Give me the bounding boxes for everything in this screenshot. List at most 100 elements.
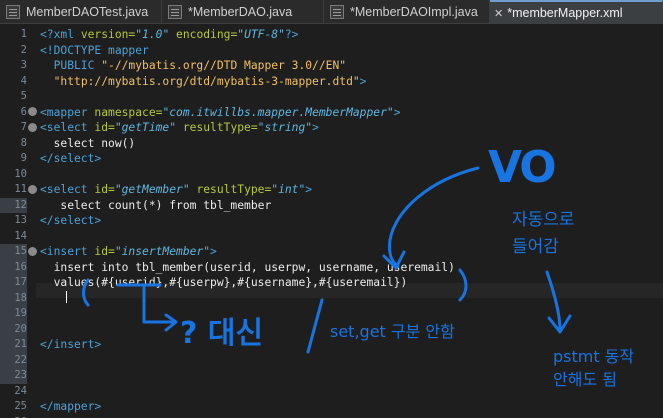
line-number: 21 xyxy=(0,337,27,353)
code-line-3: PUBLIC "-//mybatis.org//DTD Mapper 3.0//… xyxy=(40,58,346,74)
editor-tab-bar: MemberDAOTest.java *MemberDAO.java *Memb… xyxy=(0,0,663,24)
code-line-2: <!DOCTYPE mapper xyxy=(40,43,149,59)
fold-marker-icon[interactable] xyxy=(28,247,37,256)
code-line-13: </select> xyxy=(40,214,102,227)
line-number: 19 xyxy=(0,306,27,322)
line-number: 25 xyxy=(14,400,27,412)
attr-name: resultType= xyxy=(176,121,258,134)
tab-label: *MemberDAOImpl.java xyxy=(350,5,478,19)
tag-close: > xyxy=(312,121,319,134)
annotation-question-instead: ? 대신 xyxy=(180,316,264,351)
attr-value: "getTime" xyxy=(114,121,177,134)
xml-decl-open: <?xml xyxy=(40,28,81,41)
doctype-name: mapper xyxy=(108,43,149,57)
line-number: 12 xyxy=(0,197,27,213)
line-number: 3 xyxy=(20,59,27,71)
attr-name: encoding= xyxy=(169,28,238,41)
select-open: <select xyxy=(40,183,95,196)
line-number: 15 xyxy=(0,244,27,260)
line-number: 11 xyxy=(14,183,27,195)
tag-close: > xyxy=(393,105,401,119)
line-number: 2 xyxy=(20,43,27,56)
line-number: 6 xyxy=(20,105,27,118)
attr-name: namespace= xyxy=(94,105,163,119)
public-keyword: PUBLIC xyxy=(40,59,102,72)
tag-close: > xyxy=(305,183,313,196)
attr-value: "1.0" xyxy=(135,28,170,41)
annotation-pstmt-line1: pstmt 동작 xyxy=(553,347,635,366)
fold-marker-icon[interactable] xyxy=(28,123,37,132)
tab-memberdao[interactable]: *MemberDAO.java xyxy=(162,0,324,24)
tab-label: *MemberDAO.java xyxy=(188,5,293,19)
system-id: "http://mybatis.org/dtd/mybatis-3-mapper… xyxy=(53,74,360,88)
tag-close: > xyxy=(210,245,217,258)
public-id: "-//mybatis.org//DTD Mapper 3.0//EN" xyxy=(101,59,347,72)
select-open: <select xyxy=(40,121,95,134)
java-file-icon xyxy=(168,5,182,19)
doctype-keyword: <!DOCTYPE xyxy=(40,43,109,57)
annotation-vo: VO xyxy=(488,142,557,193)
annotation-setget: set,get 구분 안함 xyxy=(330,322,455,341)
code-line-16: insert into tbl_member(userid, userpw, u… xyxy=(40,260,455,274)
line-number: 5 xyxy=(20,90,27,102)
code-line-7: <select id="getTime" resultType="string"… xyxy=(40,120,319,136)
line-number: 23 xyxy=(0,368,27,384)
code-line-25: </mapper> xyxy=(40,400,102,413)
code-line-1: <?xml version="1.0" encoding="UTF-8"?> xyxy=(40,27,298,43)
insert-open: <insert xyxy=(40,245,95,258)
code-line-17: values(#{userid},#{userpw},#{username},#… xyxy=(40,276,408,289)
text-caret xyxy=(66,290,67,307)
line-number: 24 xyxy=(14,384,27,397)
java-file-icon xyxy=(6,5,20,19)
close-icon[interactable]: ✕ xyxy=(494,7,503,20)
xml-decl-close: ?> xyxy=(284,28,299,41)
java-file-icon xyxy=(330,5,344,19)
attr-name: version= xyxy=(80,28,136,41)
code-line-12: select count(*) from tbl_member xyxy=(40,198,272,212)
attr-value: "insertMember" xyxy=(114,245,211,258)
line-number: 10 xyxy=(14,167,27,180)
line-number: 26 xyxy=(0,415,27,418)
line-number: 22 xyxy=(0,352,27,368)
fold-marker-icon[interactable] xyxy=(28,107,37,116)
line-number: 7 xyxy=(20,121,27,133)
code-line-4: "http://mybatis.org/dtd/mybatis-3-mapper… xyxy=(40,74,367,90)
code-line-6: <mapper namespace="com.itwillbs.mapper.M… xyxy=(40,105,401,121)
line-number: 8 xyxy=(20,136,27,149)
line-number: 13 xyxy=(14,214,27,226)
code-line-9: </select> xyxy=(40,152,102,165)
attr-name: id= xyxy=(94,183,115,196)
attr-value: "getMember" xyxy=(114,183,190,196)
line-number: 4 xyxy=(20,74,27,87)
attr-name: resultType= xyxy=(189,183,272,196)
annotation-auto-line1: 자동으로 xyxy=(512,210,575,230)
line-number: 14 xyxy=(14,229,27,242)
attr-value: "com.itwillbs.mapper.MemberMapper" xyxy=(162,105,394,119)
line-number: 1 xyxy=(20,28,27,40)
code-line-8: select now() xyxy=(40,136,136,150)
code-line-20: </insert> xyxy=(40,338,102,351)
annotation-auto-line2: 들어감 xyxy=(512,237,559,257)
fold-marker-icon[interactable] xyxy=(28,185,37,194)
code-line-15: <insert id="insertMember"> xyxy=(40,244,217,260)
tab-membermapper[interactable]: ✕ *memberMapper.xml xyxy=(490,0,663,24)
annotation-pstmt-line2: 안해도 됨 xyxy=(553,370,617,389)
attr-value: "string" xyxy=(257,121,313,134)
doctype-close: > xyxy=(359,74,367,88)
line-number: 18 xyxy=(0,290,27,306)
attr-name: id= xyxy=(94,245,115,258)
tab-memberdaoimpl[interactable]: *MemberDAOImpl.java xyxy=(324,0,490,24)
attr-value: "UTF-8" xyxy=(237,28,285,41)
line-number: 16 xyxy=(0,259,27,275)
line-number: 17 xyxy=(0,275,27,291)
mapper-open: <mapper xyxy=(40,105,95,119)
code-line-11: <select id="getMember" resultType="int"> xyxy=(40,182,312,198)
line-number: 9 xyxy=(20,152,27,164)
tab-memberdaotest[interactable]: MemberDAOTest.java xyxy=(0,0,162,24)
tab-label: MemberDAOTest.java xyxy=(26,5,149,19)
attr-name: id= xyxy=(94,121,115,134)
line-number: 20 xyxy=(0,321,27,337)
tab-label: *memberMapper.xml xyxy=(507,6,623,20)
attr-value: "int" xyxy=(271,183,306,196)
